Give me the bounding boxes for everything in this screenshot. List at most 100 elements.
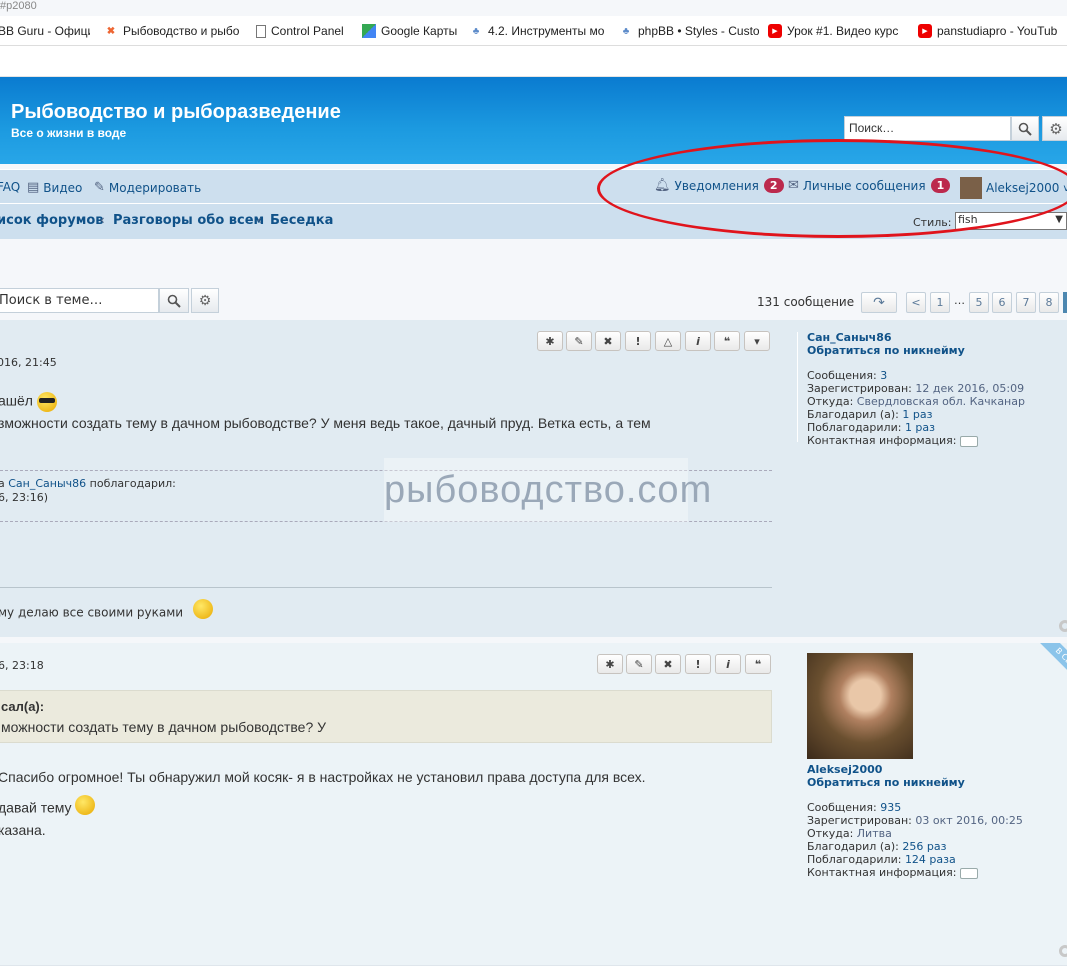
quote-button[interactable]: ❝ xyxy=(745,654,771,674)
search-icon xyxy=(1018,122,1032,136)
contact-bubble-icon[interactable] xyxy=(959,867,978,879)
bookmark-7[interactable]: ▶ Урок #1. Видео курс xyxy=(768,23,908,39)
topic-search-button[interactable] xyxy=(159,288,189,313)
stat-value[interactable]: 124 раза xyxy=(905,853,956,866)
author-name[interactable]: Aleksej2000 xyxy=(807,763,1023,776)
page-7[interactable]: 7 xyxy=(1016,292,1036,313)
thumbs-down-icon: ▾ xyxy=(754,334,760,348)
thanks-user-link[interactable]: Сан_Саныч86 xyxy=(8,477,86,490)
bookmark-8[interactable]: ▶ panstudiapro - YouTub xyxy=(918,23,1067,39)
nav-video[interactable]: ▤ Видео xyxy=(27,180,82,195)
messages-link[interactable]: ✉ Личные сообщения 1 xyxy=(788,178,951,193)
topic-search-settings-button[interactable]: ⚙ xyxy=(191,288,219,313)
info-icon: i xyxy=(696,334,700,348)
youtube-icon: ▶ xyxy=(918,24,932,38)
advanced-search-button[interactable]: ⚙ xyxy=(1042,116,1067,141)
stat-value: 12 дек 2016, 05:09 xyxy=(915,382,1025,395)
author-avatar[interactable] xyxy=(807,653,913,759)
quote-button[interactable]: ❝ xyxy=(714,331,740,351)
nick-link[interactable]: Обратиться по никнейму xyxy=(807,776,1023,789)
post-text-line: Спасибо огромное! Ты обнаружил мой косяк… xyxy=(0,769,646,785)
jump-to-page-button[interactable]: ↷ xyxy=(861,292,897,313)
stat-value: Свердловская обл. Качканар xyxy=(856,395,1025,408)
stat-value[interactable]: 935 xyxy=(880,801,901,814)
author-name[interactable]: Сан_Саныч86 xyxy=(807,331,1025,344)
post-date: 016, 21:45 xyxy=(0,356,57,369)
profile-stat: Поблагодарили: 124 раза xyxy=(807,853,1023,866)
bookmark-4[interactable]: Google Карты xyxy=(362,23,462,39)
thanks-prefix: а xyxy=(0,477,5,490)
post-text-line: давай тему xyxy=(0,795,96,819)
current-page-edge xyxy=(1063,292,1067,313)
profile-stat: Сообщения: 3 xyxy=(807,369,1025,382)
exclamation-icon: ! xyxy=(695,657,701,671)
warning-icon: △ xyxy=(663,334,673,348)
style-value: fish xyxy=(958,213,978,226)
bookmark-button[interactable]: ✱ xyxy=(537,331,563,351)
bookmark-1[interactable]: BB Guru - Официа xyxy=(0,23,90,39)
notifications-link[interactable]: 🔔︎ Уведомления 2 xyxy=(654,178,784,193)
stat-value[interactable]: 3 xyxy=(880,369,887,382)
bookmark-label: panstudiapro - YouTub xyxy=(937,24,1058,38)
profile-stat: Сообщения: 935 xyxy=(807,801,1023,814)
edit-button[interactable]: ✎ xyxy=(626,654,652,674)
nav-moderate[interactable]: ✎ Модерировать xyxy=(94,180,201,195)
stat-value[interactable]: 1 раз xyxy=(905,421,935,434)
search-button[interactable] xyxy=(1011,116,1039,141)
nick-link[interactable]: Обратиться по никнейму xyxy=(807,344,1025,357)
edit-button[interactable]: ✎ xyxy=(566,331,592,351)
dropdown-arrow-icon: ▼ xyxy=(1055,214,1063,225)
site-title[interactable]: Рыбоводство и рыборазведение xyxy=(11,101,341,124)
bookmark-5[interactable]: ♣ 4.2. Инструменты мо xyxy=(469,23,609,39)
quote-author: сал(а): xyxy=(1,699,45,714)
page-1[interactable]: 1 xyxy=(930,292,950,313)
info-button[interactable]: i xyxy=(715,654,741,674)
warn-button[interactable]: △ xyxy=(655,331,681,351)
user-menu[interactable]: Aleksej2000 v xyxy=(960,177,1067,199)
topic-search-input[interactable]: Поиск в теме… xyxy=(0,288,159,313)
signature-divider xyxy=(0,587,772,588)
breadcrumb-gazebo[interactable]: Беседка xyxy=(270,213,333,228)
stat-label: Зарегистрирован: xyxy=(807,382,912,395)
bookmark-3[interactable]: Control Panel xyxy=(256,23,351,39)
report-button[interactable]: ! xyxy=(625,331,651,351)
page-8[interactable]: 8 xyxy=(1039,292,1059,313)
profile-separator xyxy=(797,332,798,442)
stat-value[interactable]: 1 раз xyxy=(902,408,932,421)
profile-stat: Поблагодарили: 1 раз xyxy=(807,421,1025,434)
bookmark-6[interactable]: ♣ phpBB • Styles - Custo xyxy=(619,23,759,39)
quote-icon: ❝ xyxy=(723,334,731,348)
nav-faq[interactable]: FAQ xyxy=(0,180,20,194)
stat-value[interactable]: 256 раз xyxy=(902,840,946,853)
contact-bubble-icon[interactable] xyxy=(959,435,978,447)
post-profile: Сан_Саныч86 Обратиться по никнейму Сообщ… xyxy=(807,331,1025,447)
messages-label: Личные сообщения xyxy=(802,178,926,193)
style-label: Стиль: xyxy=(913,216,952,229)
profile-stat: Откуда: Литва xyxy=(807,827,1023,840)
bookmark-button[interactable]: ✱ xyxy=(597,654,623,674)
thumbs-down-button[interactable]: ▾ xyxy=(744,331,770,351)
post-count: 131 сообщение xyxy=(757,295,855,309)
info-button[interactable]: i xyxy=(685,331,711,351)
nav-separator xyxy=(0,203,1067,204)
breadcrumb-talks[interactable]: Разговоры обо всем xyxy=(113,213,264,228)
post-line: ашёл xyxy=(0,392,33,409)
stat-label: Благодарил (а): xyxy=(807,840,899,853)
page-6[interactable]: 6 xyxy=(992,292,1012,313)
delete-button[interactable]: ✖ xyxy=(655,654,681,674)
stat-label: Контактная информация: xyxy=(807,866,957,879)
style-select[interactable]: fish ▼ xyxy=(955,212,1067,230)
breadcrumb-forums[interactable]: исок форумов xyxy=(0,213,104,228)
bookmark-2[interactable]: ✖ Рыбоводство и рыбо xyxy=(104,23,244,39)
post: В СЕТИ ✱ ✎ ✖ ! i ❝ 6, 23:18 сал(а): можн… xyxy=(0,643,1067,965)
online-ribbon: В СЕТИ xyxy=(1010,643,1067,700)
report-button[interactable]: ! xyxy=(685,654,711,674)
bookmark-label: Google Карты xyxy=(381,24,458,38)
prev-page-button[interactable]: < xyxy=(906,292,926,313)
wrench-icon: ✎ xyxy=(94,180,105,195)
signature: му делаю все своими руками xyxy=(0,599,213,623)
page-5[interactable]: 5 xyxy=(969,292,989,313)
arrow-curve-icon: ↷ xyxy=(873,294,885,311)
delete-button[interactable]: ✖ xyxy=(595,331,621,351)
header-search-input[interactable]: Поиск… xyxy=(844,116,1011,141)
